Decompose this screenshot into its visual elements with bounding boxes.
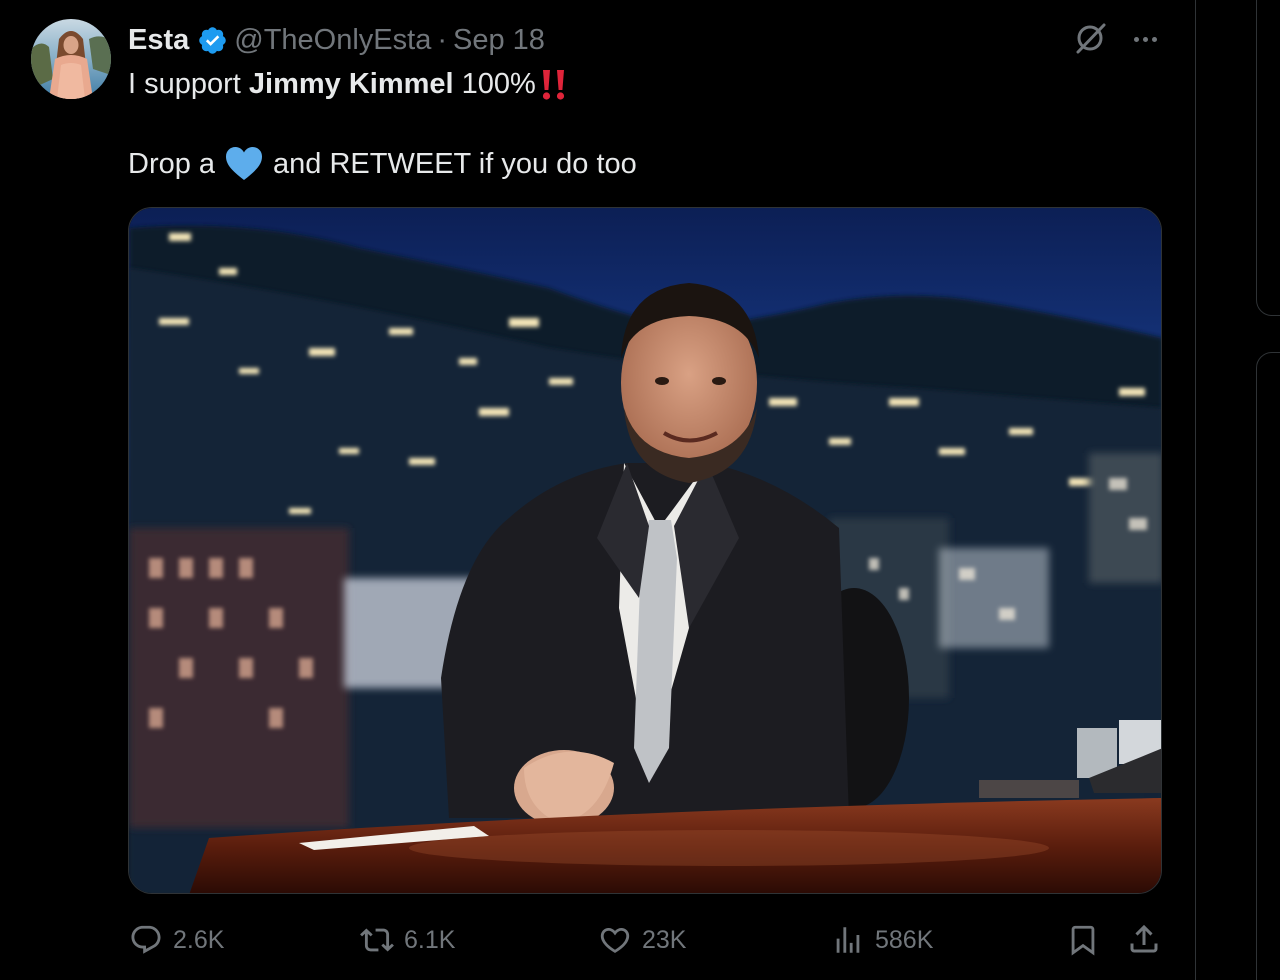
tweet-photo[interactable] <box>128 207 1162 894</box>
tweet-text: and RETWEET if you do too <box>273 147 637 180</box>
retweet-icon <box>360 928 394 952</box>
like-button[interactable]: 23K <box>598 918 686 962</box>
separator-dot: · <box>437 23 448 56</box>
reply-icon <box>131 925 161 954</box>
heart-icon <box>600 927 630 953</box>
reply-count: 2.6K <box>173 925 225 954</box>
like-count: 23K <box>642 925 687 954</box>
retweet-button[interactable]: 6.1K <box>360 918 455 962</box>
retweet-count: 6.1K <box>404 925 456 954</box>
share-icon[interactable] <box>1126 920 1162 958</box>
display-name[interactable]: Esta <box>128 24 189 57</box>
column-divider <box>1195 0 1196 980</box>
tweet-text-bold: Jimmy Kimmel <box>248 67 454 100</box>
bookmark-icon[interactable] <box>1066 922 1100 958</box>
tweet-text: Drop a <box>128 147 216 180</box>
views-icon <box>836 927 860 953</box>
sidebar-card <box>1256 352 1280 980</box>
avatar[interactable] <box>31 19 111 99</box>
views-button[interactable]: 586K <box>831 918 933 962</box>
user-handle[interactable]: @TheOnlyEsta <box>234 24 431 57</box>
reply-button[interactable]: 2.6K <box>129 918 224 962</box>
views-count: 586K <box>875 925 934 954</box>
tweet-text-line: Drop a and RETWEET if you do too <box>128 144 637 184</box>
tweet-text-line: I support Jimmy Kimmel 100% <box>128 64 568 104</box>
verified-badge-icon[interactable] <box>197 25 228 56</box>
grok-icon[interactable] <box>1074 21 1108 55</box>
double-exclamation-emoji-icon <box>540 67 568 101</box>
tweet-text: 100% <box>453 67 536 100</box>
tweet-header: Esta @TheOnlyEsta · Sep 18 <box>128 22 545 58</box>
tweet-text: I support <box>128 67 249 100</box>
blue-heart-emoji-icon <box>225 146 263 182</box>
sidebar-card <box>1256 0 1280 316</box>
timestamp[interactable]: Sep 18 <box>453 24 545 57</box>
more-icon[interactable] <box>1128 22 1162 56</box>
